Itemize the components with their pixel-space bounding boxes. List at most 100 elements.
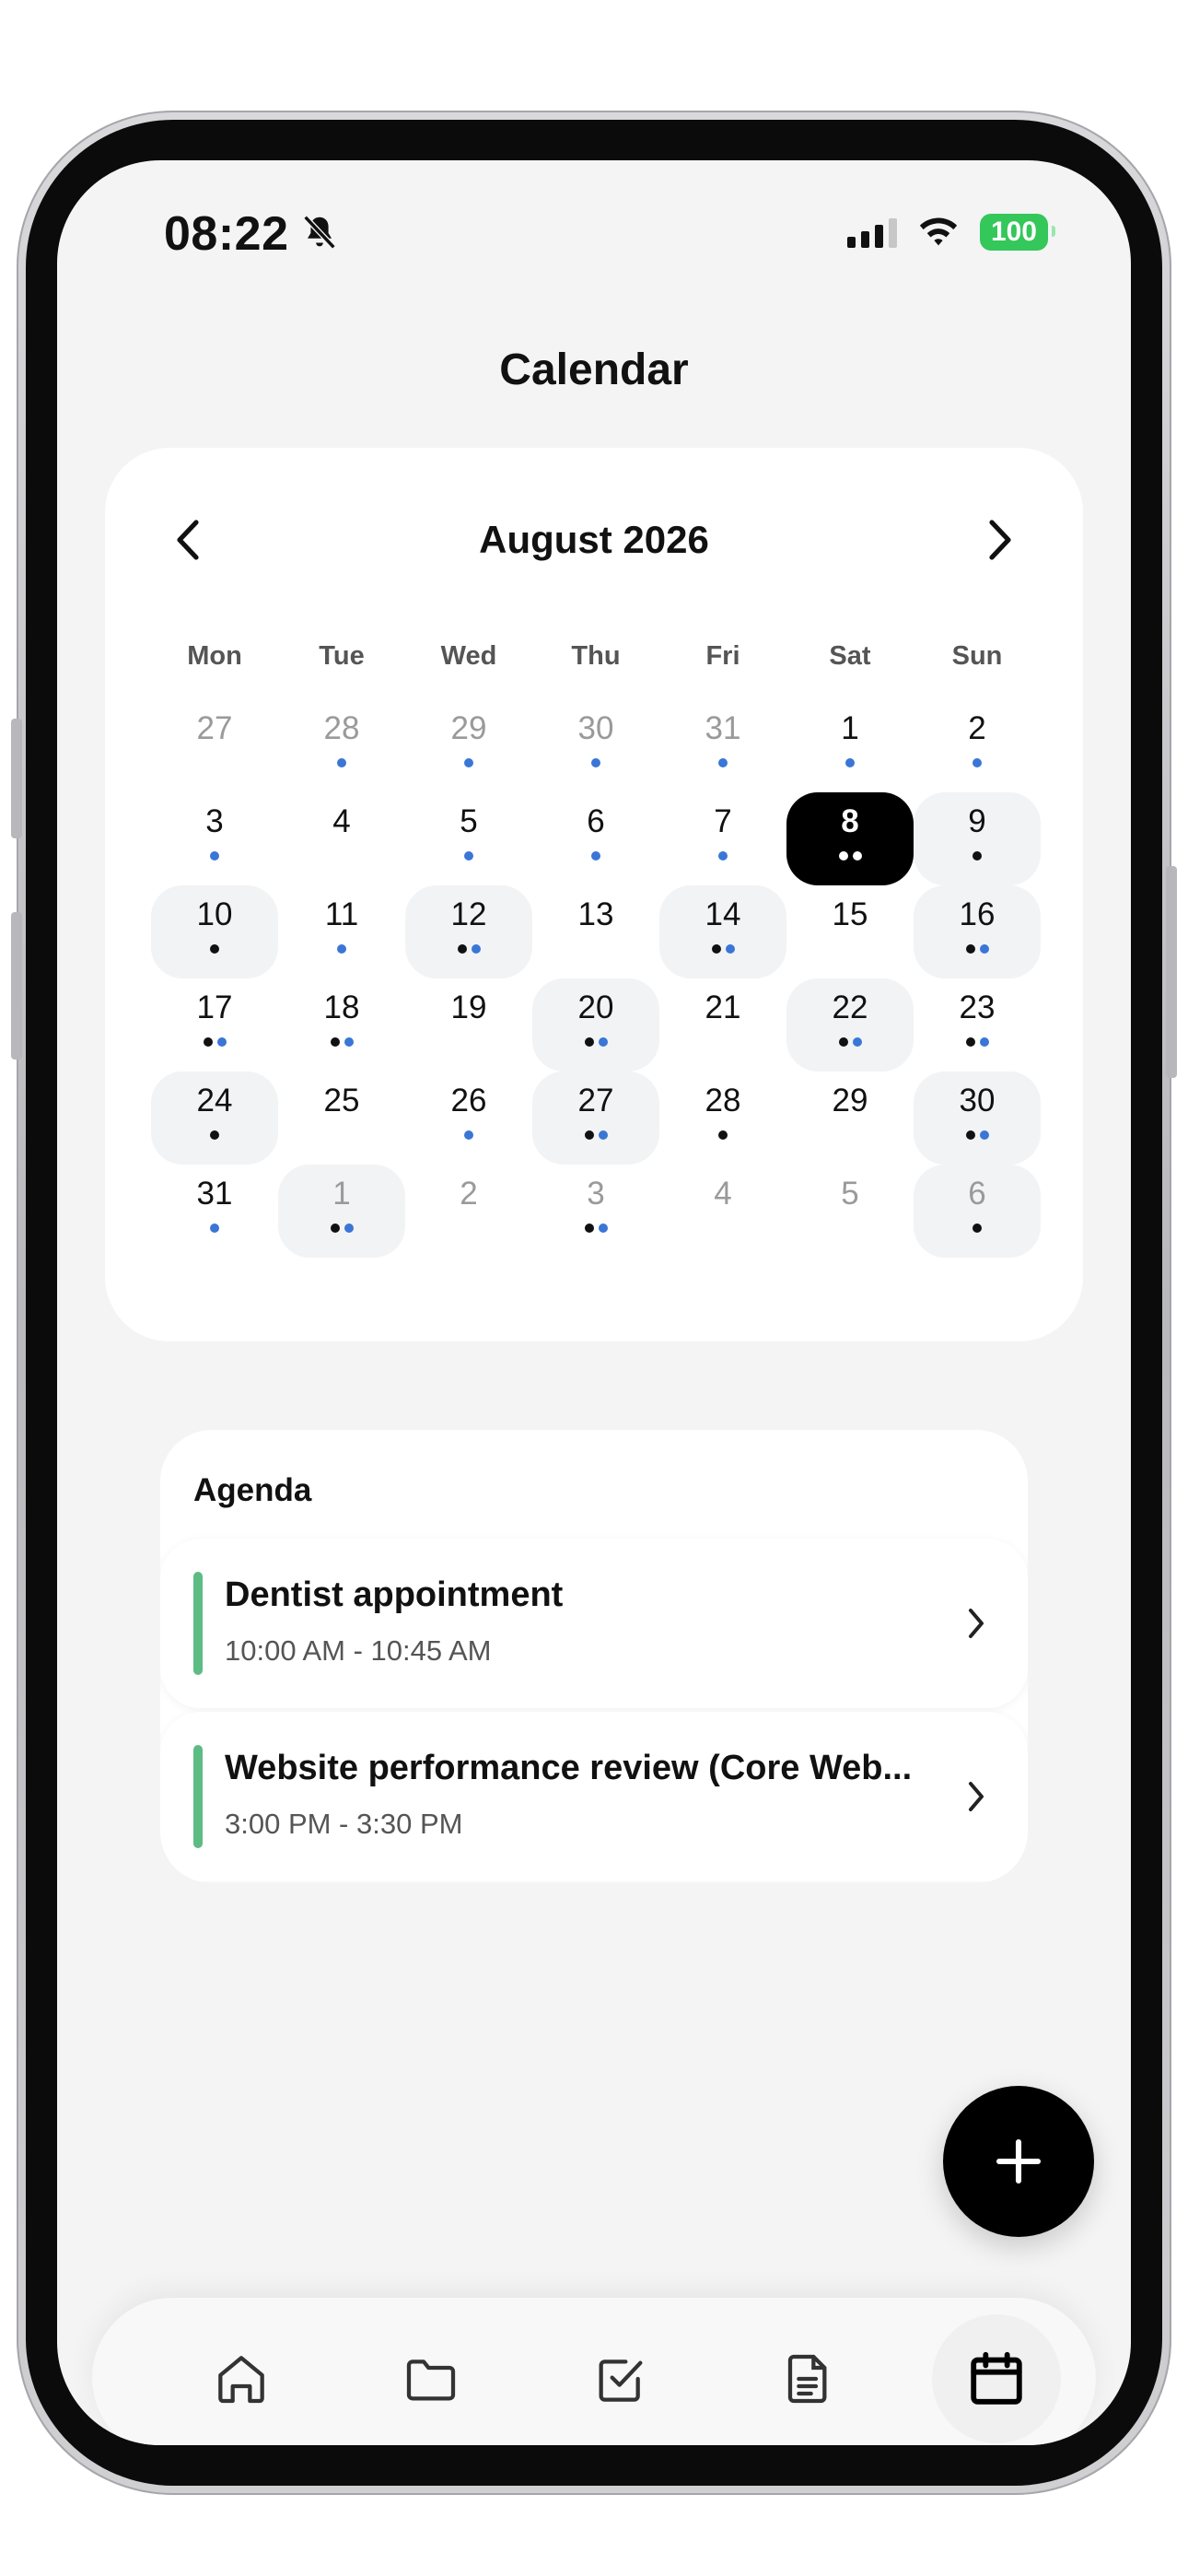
calendar-day[interactable]: 4: [659, 1165, 786, 1258]
event-dot: [464, 851, 473, 861]
calendar-day[interactable]: 31: [659, 699, 786, 792]
event-dot: [330, 1037, 340, 1047]
calendar-day[interactable]: 5: [786, 1165, 914, 1258]
calendar-day[interactable]: 22: [786, 978, 914, 1071]
calendar-day[interactable]: 31: [151, 1165, 278, 1258]
event-color-bar: [193, 1745, 203, 1848]
document-icon: [787, 2354, 827, 2404]
day-number: 7: [714, 803, 732, 839]
event-dots: [151, 851, 278, 861]
event-dot: [965, 1037, 975, 1047]
event-dot: [718, 1130, 728, 1140]
next-month-button[interactable]: [973, 512, 1028, 568]
calendar-day[interactable]: 24: [151, 1071, 278, 1165]
calendar-day[interactable]: 7: [659, 792, 786, 885]
day-number: 31: [705, 710, 741, 746]
calendar-day[interactable]: 21: [659, 978, 786, 1071]
calendar-day[interactable]: 28: [278, 699, 405, 792]
event-dot: [973, 758, 982, 767]
calendar-day[interactable]: 29: [786, 1071, 914, 1165]
calendar-day-selected[interactable]: 8: [786, 792, 914, 885]
tab-tasks[interactable]: [556, 2314, 685, 2443]
weekday-header-row: Mon Tue Wed Thu Fri Sat Sun: [151, 641, 1041, 672]
event-dots: [151, 1130, 278, 1140]
calendar-day[interactable]: 10: [151, 885, 278, 978]
event-dot: [203, 1037, 213, 1047]
calendar-day[interactable]: 17: [151, 978, 278, 1071]
side-button: [11, 719, 22, 838]
calendar-day[interactable]: 3: [151, 792, 278, 885]
calendar-day[interactable]: 2: [914, 699, 1041, 792]
tab-home[interactable]: [177, 2314, 306, 2443]
day-number: 1: [332, 1176, 351, 1212]
calendar-day[interactable]: 18: [278, 978, 405, 1071]
tab-notes[interactable]: [744, 2314, 873, 2443]
calendar-day[interactable]: 2: [405, 1165, 532, 1258]
weekday-label: Thu: [571, 641, 621, 671]
event-dots: [278, 1037, 405, 1047]
calendar-day[interactable]: 23: [914, 978, 1041, 1071]
event-dots: [914, 1037, 1041, 1047]
calendar-day[interactable]: 11: [278, 885, 405, 978]
day-number: 4: [332, 803, 351, 839]
day-number: 31: [196, 1176, 233, 1212]
event-dots: [914, 1224, 1041, 1233]
calendar-day[interactable]: 5: [405, 792, 532, 885]
status-indicators: 100: [846, 214, 1056, 251]
agenda-event-item[interactable]: Dentist appointment 10:00 AM - 10:45 AM: [160, 1539, 1028, 1708]
chevron-right-icon: [969, 1609, 984, 1638]
calendar-day[interactable]: 15: [786, 885, 914, 978]
page-title: Calendar: [499, 345, 689, 394]
calendar-day[interactable]: 30: [914, 1071, 1041, 1165]
calendar-day[interactable]: 30: [532, 699, 659, 792]
calendar-day[interactable]: 14: [659, 885, 786, 978]
event-dots: [278, 944, 405, 954]
checkbox-icon: [599, 2359, 643, 2402]
calendar-day[interactable]: 27: [151, 699, 278, 792]
calendar-day[interactable]: 26: [405, 1071, 532, 1165]
calendar-day[interactable]: 4: [278, 792, 405, 885]
event-dot: [210, 1224, 219, 1233]
event-dot: [598, 1037, 608, 1047]
calendar-day[interactable]: 1: [278, 1165, 405, 1258]
day-number: 21: [705, 989, 741, 1025]
event-dot: [598, 1130, 608, 1140]
event-dots: [405, 851, 532, 861]
event-dot: [591, 851, 600, 861]
month-title: August 2026: [479, 518, 709, 561]
add-event-button[interactable]: [943, 2086, 1094, 2237]
tab-calendar[interactable]: [932, 2314, 1061, 2443]
calendar-day[interactable]: 19: [405, 978, 532, 1071]
day-number: 6: [587, 803, 605, 839]
calendar-day[interactable]: 20: [532, 978, 659, 1071]
event-dot: [979, 1130, 989, 1140]
day-number: 11: [324, 896, 359, 932]
calendar-day[interactable]: 29: [405, 699, 532, 792]
calendar-day[interactable]: 16: [914, 885, 1041, 978]
event-time: 3:00 PM - 3:30 PM: [225, 1808, 463, 1840]
tab-files[interactable]: [367, 2314, 495, 2443]
event-dots: [532, 758, 659, 767]
agenda-event-item[interactable]: Website performance review (Core Web... …: [160, 1712, 1028, 1881]
event-dot: [584, 1037, 594, 1047]
event-dot: [210, 944, 219, 954]
calendar-day[interactable]: 1: [786, 699, 914, 792]
calendar-day[interactable]: 6: [532, 792, 659, 885]
calendar-day[interactable]: 9: [914, 792, 1041, 885]
day-number: 3: [587, 1176, 605, 1212]
chevron-right-icon: [989, 520, 1011, 560]
calendar-day[interactable]: 12: [405, 885, 532, 978]
calendar-day[interactable]: 27: [532, 1071, 659, 1165]
calendar-day[interactable]: 25: [278, 1071, 405, 1165]
calendar-day[interactable]: 6: [914, 1165, 1041, 1258]
status-time: 08:22: [164, 207, 289, 261]
event-dot: [337, 944, 346, 954]
event-dot: [718, 851, 728, 861]
event-dot: [464, 1130, 473, 1140]
day-number: 14: [705, 896, 741, 932]
calendar-day[interactable]: 28: [659, 1071, 786, 1165]
event-dots: [405, 1130, 532, 1140]
calendar-day[interactable]: 3: [532, 1165, 659, 1258]
calendar-day[interactable]: 13: [532, 885, 659, 978]
day-number: 29: [832, 1083, 868, 1118]
